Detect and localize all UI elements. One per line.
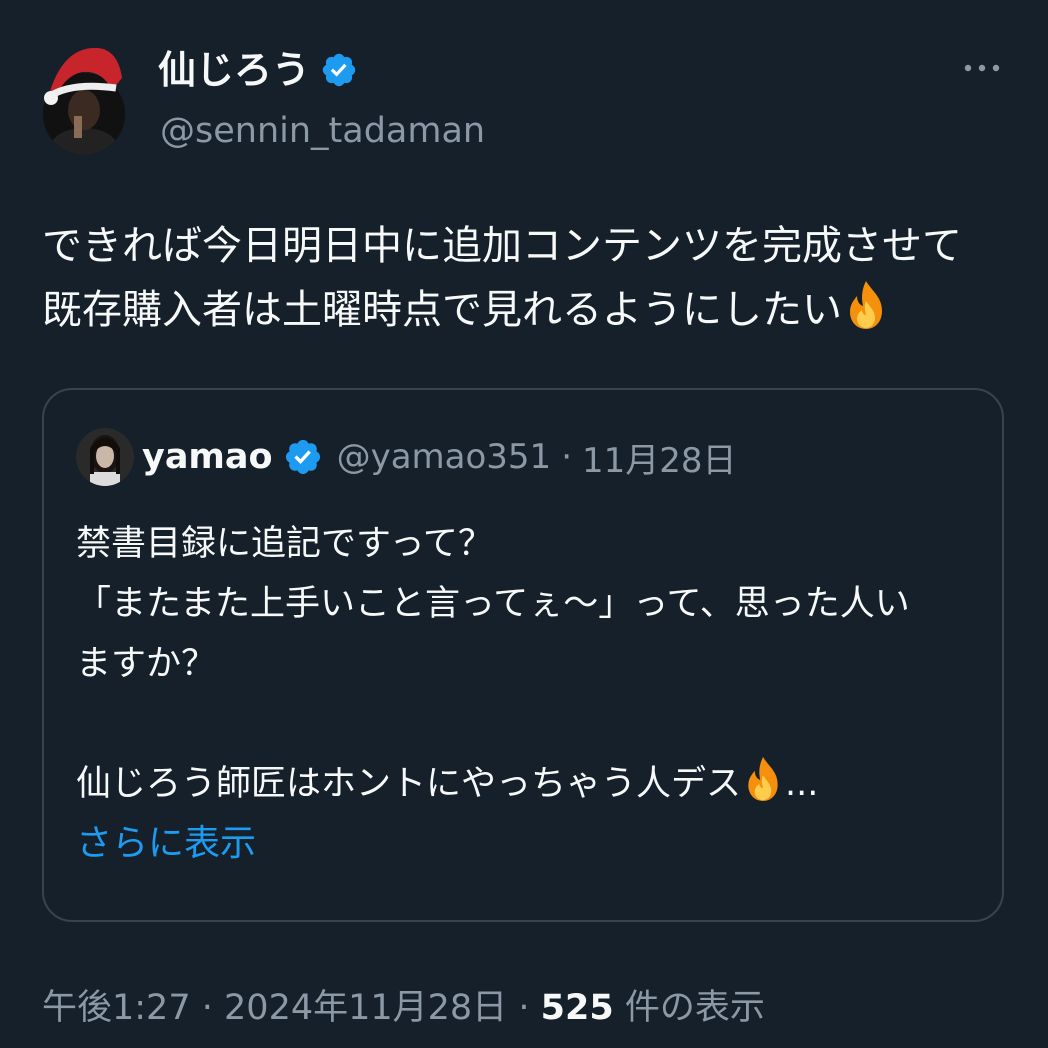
meta-separator: · — [518, 988, 530, 1028]
quoted-ellipsis: ... — [785, 764, 819, 804]
more-horizontal-icon — [964, 64, 1000, 72]
quoted-separator: · — [561, 437, 572, 477]
author-handle[interactable]: @sennin_tadaman — [160, 108, 485, 154]
show-more-link[interactable]: さらに表示 — [76, 814, 976, 874]
tweet-line-1: できれば今日明日中に追加コンテンツを完成させて — [42, 223, 962, 269]
quoted-line-3: ますか？ — [76, 644, 217, 684]
quoted-header: yamao @yamao351 · 11月28日 — [142, 433, 737, 482]
tweet-text: できれば今日明日中に追加コンテンツを完成させて 既存購入者は土曜時点で見れるよう… — [42, 214, 1012, 342]
fire-emoji-icon — [741, 755, 785, 803]
quoted-display-name[interactable]: yamao — [142, 437, 273, 477]
views-count[interactable]: 525 — [541, 988, 614, 1028]
quoted-date[interactable]: 11月28日 — [582, 433, 737, 482]
fire-emoji-icon — [842, 279, 890, 331]
quoted-author-avatar[interactable] — [76, 428, 134, 486]
tweet-time[interactable]: 午後1:27 — [42, 988, 191, 1028]
verified-badge-icon — [320, 51, 358, 89]
quoted-line-2: 「またまた上手いこと言ってぇ～」って、思った人い — [76, 584, 910, 624]
quoted-text: 禁書目録に追記ですって？ 「またまた上手いこと言ってぇ～」って、思った人い ます… — [76, 514, 976, 874]
verified-badge-icon — [283, 437, 323, 477]
tweet-line-2-text: 既存購入者は土曜時点で見れるようにしたい — [42, 287, 842, 333]
quoted-line-4 — [76, 694, 976, 754]
tweet-meta: 午後1:27 · 2024年11月28日 · 525 件の表示 — [42, 982, 765, 1034]
tweet-line-2: 既存購入者は土曜時点で見れるようにしたい — [42, 278, 1012, 342]
quoted-tweet-card[interactable]: yamao @yamao351 · 11月28日 禁書目録に追記ですって？ 「ま… — [42, 388, 1004, 922]
author-display-name[interactable]: 仙じろう — [158, 44, 310, 96]
quoted-line-5-text: 仙じろう師匠はホントにやっちゃう人デス — [76, 764, 742, 804]
views-label: 件の表示 — [624, 988, 765, 1028]
more-options-button[interactable] — [958, 50, 1006, 86]
author-name-row[interactable]: 仙じろう — [158, 44, 358, 96]
meta-separator: · — [201, 988, 213, 1028]
quoted-line-5: 仙じろう師匠はホントにやっちゃう人デス ... — [76, 754, 976, 814]
quoted-line-1: 禁書目録に追記ですって？ — [76, 524, 493, 564]
author-avatar[interactable] — [42, 38, 126, 156]
tweet-date[interactable]: 2024年11月28日 — [224, 988, 507, 1028]
quoted-handle[interactable]: @yamao351 — [337, 437, 552, 477]
